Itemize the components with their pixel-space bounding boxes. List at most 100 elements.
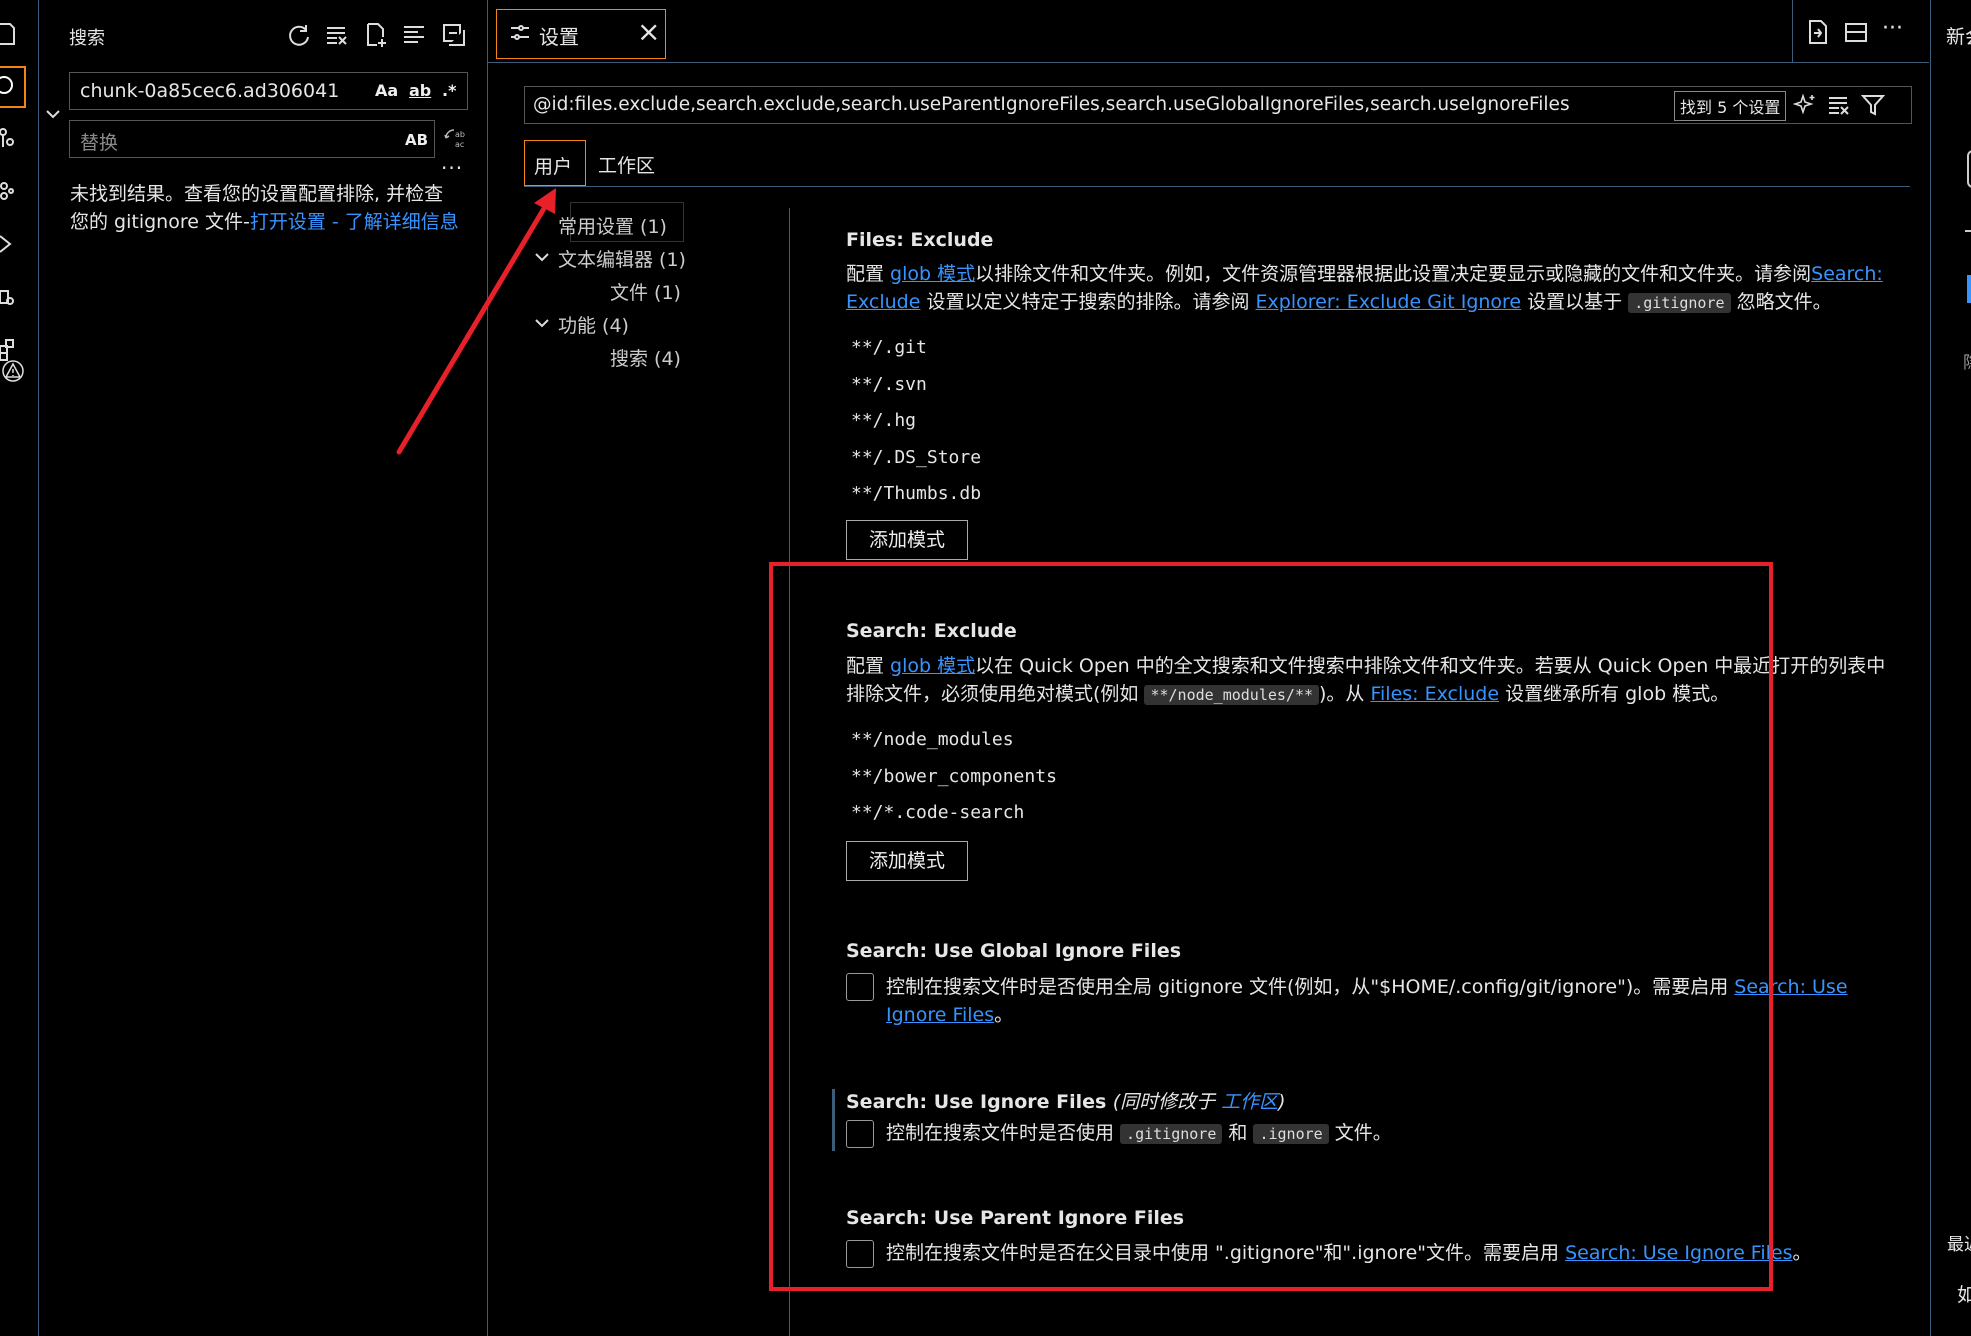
more-actions-icon[interactable]: ··· bbox=[1882, 16, 1903, 41]
modified-in-workspace-link[interactable]: 工作区 bbox=[1221, 1091, 1278, 1113]
search-activity-icon[interactable] bbox=[0, 66, 26, 108]
right-panel-blue-mark bbox=[1967, 275, 1971, 303]
use-regex-button[interactable]: .* bbox=[442, 81, 456, 100]
glob-pattern-link-2[interactable]: glob 模式 bbox=[890, 655, 975, 677]
exclude-pattern-item[interactable]: **/bower_components bbox=[851, 766, 1057, 787]
view-as-tree-icon[interactable] bbox=[401, 22, 427, 48]
replace-input-placeholder[interactable]: 替换 bbox=[80, 128, 118, 155]
split-editor-icon[interactable] bbox=[1844, 21, 1868, 45]
right-panel-bottom-text: 如 bbox=[1957, 1284, 1971, 1306]
use-parent-ignore-checkbox[interactable] bbox=[846, 1240, 874, 1268]
scope-tabs-underline bbox=[524, 186, 1910, 187]
exclude-pattern-item[interactable]: **/.svn bbox=[851, 374, 927, 395]
open-json-icon[interactable] bbox=[1806, 20, 1830, 44]
collapse-all-icon[interactable] bbox=[441, 22, 467, 48]
no-results-message: 未找到结果。查看您的设置配置排除, 并检查您的 gitignore 文件-打开设… bbox=[70, 183, 459, 233]
explorer-exclude-git-ignore-link[interactable]: Explorer: Exclude Git Ignore bbox=[1256, 291, 1522, 313]
toc-item-label: 文件 (1) bbox=[610, 282, 681, 304]
open-settings-link[interactable]: 打开设置 bbox=[250, 211, 326, 233]
right-panel-title: 新会 bbox=[1946, 26, 1971, 48]
remote-icon[interactable] bbox=[0, 232, 20, 256]
tab-close-icon[interactable]: × bbox=[637, 15, 660, 48]
settings-search-input[interactable]: @id:files.exclude,search.exclude,search.… bbox=[524, 86, 1912, 124]
tab-user-scope[interactable]: 用户 bbox=[524, 140, 586, 186]
search-input-value[interactable]: chunk-0a85cec6.ad306041 bbox=[80, 80, 339, 102]
tab-bar: 设置 × ··· bbox=[488, 0, 1929, 63]
files-exclude-add-pattern-button[interactable]: 添加模式 bbox=[846, 520, 968, 560]
search-panel-title: 搜索 bbox=[69, 28, 105, 49]
toc-item[interactable]: 常用设置 (1) bbox=[544, 212, 667, 239]
right-panel-hidden-text: 隐 bbox=[1963, 348, 1971, 373]
preserve-case-button[interactable]: AB bbox=[405, 131, 428, 149]
exclude-pattern-item[interactable]: **/.hg bbox=[851, 410, 916, 431]
toc-item[interactable]: 功能 (4) bbox=[535, 311, 629, 338]
toc-item[interactable]: 文本编辑器 (1) bbox=[535, 245, 686, 272]
settings-search-value[interactable]: @id:files.exclude,search.exclude,search.… bbox=[533, 94, 1570, 115]
clear-results-icon[interactable] bbox=[324, 22, 350, 48]
exclude-pattern-item[interactable]: **/.DS_Store bbox=[851, 447, 981, 468]
use-ignore-files-checkbox[interactable] bbox=[846, 1120, 874, 1148]
search-panel: 搜索 chunk-0a85cec6.ad306041 Aa ab .* 替换 A… bbox=[39, 0, 488, 1336]
use-ignore-files-link-2[interactable]: Search: Use Ignore Files bbox=[1565, 1242, 1792, 1264]
found-count-badge: 找到 5 个设置 bbox=[1674, 91, 1787, 121]
setting-use-parent-ignore-description: 控制在搜索文件时是否在父目录中使用 ".gitignore"和".ignore"… bbox=[886, 1242, 1812, 1264]
search-exclude-add-pattern-button[interactable]: 添加模式 bbox=[846, 841, 968, 881]
setting-search-exclude-title: Search: Exclude bbox=[846, 620, 1017, 642]
toc-item-label: 搜索 (4) bbox=[610, 348, 681, 370]
use-global-ignore-checkbox[interactable] bbox=[846, 973, 874, 1001]
settings-editor: 设置 × ··· @id:files.exclude,search.exclud… bbox=[488, 0, 1929, 1336]
secondary-side-panel: 新会 隐 最近 如 bbox=[1930, 0, 1971, 1336]
match-case-button[interactable]: Aa bbox=[375, 81, 398, 100]
match-whole-word-button[interactable]: ab bbox=[409, 81, 431, 100]
debug-icon[interactable] bbox=[0, 180, 20, 204]
clear-filter-icon[interactable] bbox=[1827, 93, 1851, 117]
exclude-pattern-item[interactable]: **/node_modules bbox=[851, 729, 1014, 750]
setting-use-ignore-description: 控制在搜索文件时是否使用 .gitignore 和 .ignore 文件。 bbox=[886, 1122, 1392, 1144]
toc-divider bbox=[789, 208, 790, 1336]
refresh-icon[interactable] bbox=[286, 22, 312, 48]
toc-item[interactable]: 文件 (1) bbox=[596, 278, 681, 305]
node-modules-code: **/node_modules/** bbox=[1144, 685, 1320, 705]
replace-input[interactable]: 替换 AB bbox=[69, 120, 435, 158]
toc-item[interactable]: 搜索 (4) bbox=[596, 344, 681, 371]
ignore-code: .ignore bbox=[1253, 1124, 1329, 1144]
right-panel-dash bbox=[1965, 230, 1971, 232]
search-input[interactable]: chunk-0a85cec6.ad306041 Aa ab .* bbox=[69, 72, 468, 110]
setting-files-exclude-title: Files: Exclude bbox=[846, 229, 994, 251]
tab-workspace-scope[interactable]: 工作区 bbox=[598, 151, 655, 178]
activity-bar bbox=[0, 0, 39, 1336]
right-panel-recent: 最近 bbox=[1947, 1235, 1971, 1255]
files-exclude-link[interactable]: Files: Exclude bbox=[1370, 683, 1499, 705]
chevron-down-icon[interactable] bbox=[534, 249, 550, 265]
settings-tab-icon bbox=[509, 22, 531, 44]
extensions-icon[interactable] bbox=[0, 338, 20, 362]
explorer-icon[interactable] bbox=[0, 22, 20, 46]
warning-icon[interactable] bbox=[2, 360, 24, 382]
setting-use-ignore-title: Search: Use Ignore Files bbox=[846, 1091, 1107, 1113]
source-control-icon[interactable] bbox=[0, 128, 20, 152]
exclude-pattern-item[interactable]: **/Thumbs.db bbox=[851, 483, 981, 504]
gitignore-code: .gitignore bbox=[1628, 293, 1731, 313]
toc-item-label: 功能 (4) bbox=[558, 315, 629, 337]
tab-actions-divider bbox=[1792, 0, 1793, 62]
new-search-editor-icon[interactable] bbox=[363, 22, 389, 48]
exclude-pattern-item[interactable]: **/.git bbox=[851, 337, 927, 358]
chevron-down-icon[interactable] bbox=[534, 315, 550, 331]
toc-item-label: 常用设置 (1) bbox=[558, 216, 667, 238]
setting-use-global-ignore-title: Search: Use Global Ignore Files bbox=[846, 940, 1182, 962]
gitignore-code-2: .gitignore bbox=[1120, 1124, 1223, 1144]
ai-sparkle-icon[interactable] bbox=[1793, 93, 1817, 117]
toggle-replace-chevron-icon[interactable] bbox=[45, 106, 61, 122]
filter-icon[interactable] bbox=[1861, 93, 1885, 117]
setting-files-exclude-description: 配置 glob 模式以排除文件和文件夹。例如，文件资源管理器根据此设置决定要显示… bbox=[846, 263, 1883, 313]
glob-pattern-link[interactable]: glob 模式 bbox=[890, 263, 975, 285]
extensions-test-icon[interactable] bbox=[0, 285, 20, 309]
svg-text:ab: ab bbox=[455, 130, 465, 139]
svg-text:ac: ac bbox=[455, 140, 464, 149]
search-details-toggle[interactable]: ... bbox=[441, 150, 463, 174]
learn-more-link[interactable]: 了解详细信息 bbox=[345, 211, 459, 233]
replace-all-icon[interactable]: ab ac bbox=[444, 128, 468, 150]
tab-settings[interactable]: 设置 × bbox=[496, 9, 666, 59]
exclude-pattern-item[interactable]: **/*.code-search bbox=[851, 802, 1024, 823]
right-panel-glyph bbox=[1967, 150, 1971, 188]
